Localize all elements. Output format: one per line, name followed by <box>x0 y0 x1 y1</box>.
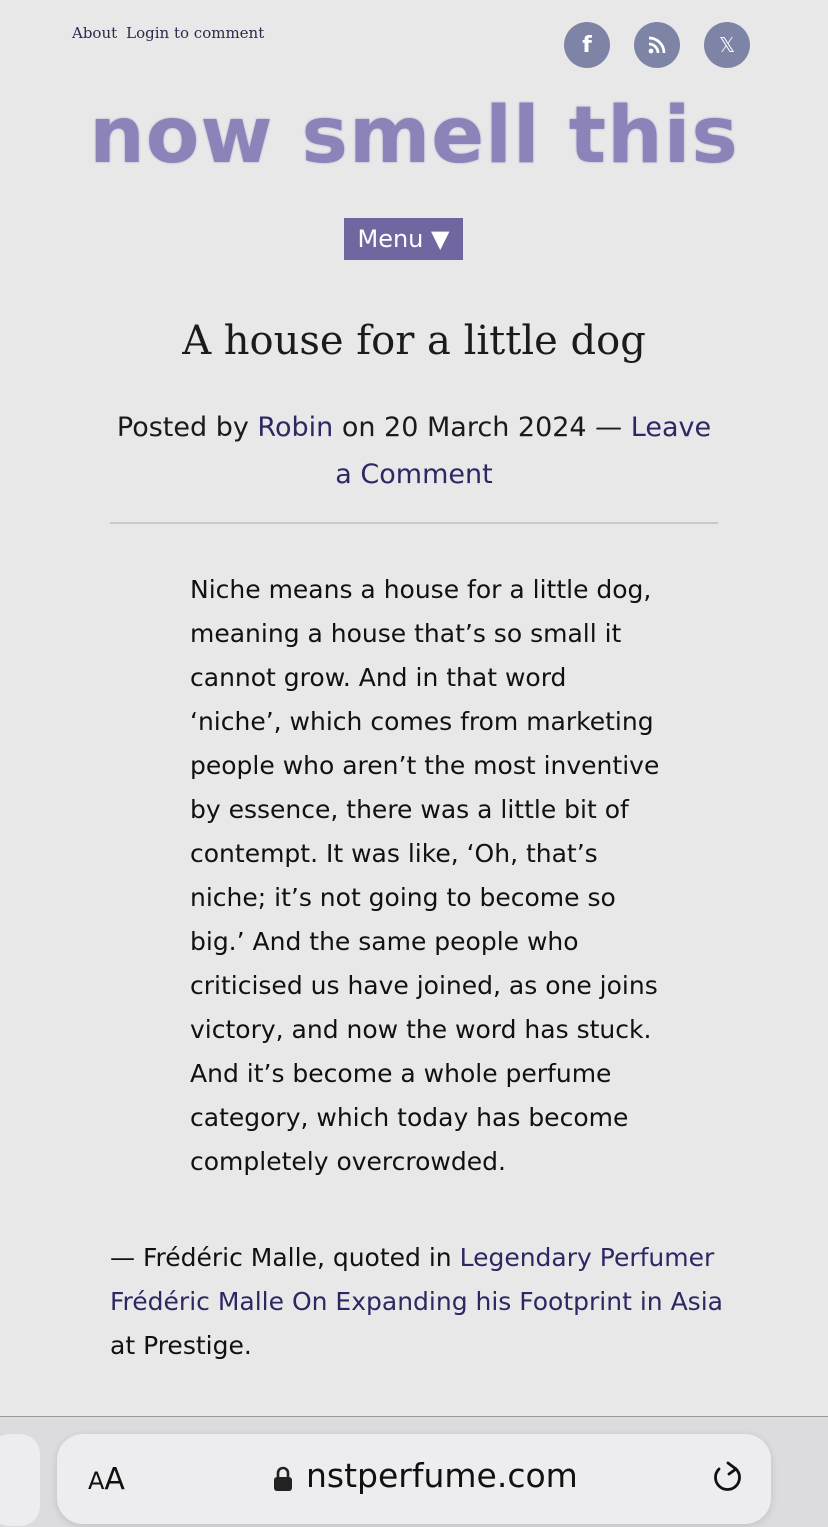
previous-tab-preview[interactable] <box>0 1434 40 1526</box>
lock-icon <box>274 1466 292 1491</box>
aa-small: A <box>88 1467 105 1495</box>
menu-button[interactable]: Menu ▼ <box>344 218 463 260</box>
blockquote: Niche means a house for a little dog, me… <box>190 575 660 1176</box>
rss-icon[interactable] <box>634 22 680 68</box>
url-domain[interactable]: nstperfume.com <box>306 1456 578 1495</box>
meta-prefix: Posted by <box>116 412 249 443</box>
attribution: — Frédéric Malle, quoted in Legendary Pe… <box>110 1236 730 1368</box>
post-title: A house for a little dog <box>182 318 646 364</box>
top-links: About Login to comment <box>72 24 273 42</box>
aa-large: A <box>104 1462 125 1497</box>
reader-settings-button[interactable]: AA <box>88 1462 125 1497</box>
post-meta: Posted by Robin on 20 March 2024 — Leave… <box>110 404 718 498</box>
facebook-icon[interactable]: f <box>564 22 610 68</box>
x-icon[interactable]: 𝕏 <box>704 22 750 68</box>
site-logo[interactable]: now smell this <box>0 88 828 184</box>
attribution-prefix: — Frédéric Malle, quoted in <box>110 1243 452 1272</box>
divider <box>110 522 718 524</box>
author-link[interactable]: Robin <box>257 412 333 443</box>
x-glyph: 𝕏 <box>718 33 736 57</box>
meta-date: on 20 March 2024 — <box>341 412 623 443</box>
rss-glyph <box>648 36 666 54</box>
reload-icon[interactable] <box>706 1456 748 1498</box>
about-link[interactable]: About <box>72 24 117 42</box>
attribution-suffix: at Prestige. <box>110 1331 252 1360</box>
facebook-glyph: f <box>582 32 592 58</box>
login-to-comment-link[interactable]: Login to comment <box>126 24 264 42</box>
